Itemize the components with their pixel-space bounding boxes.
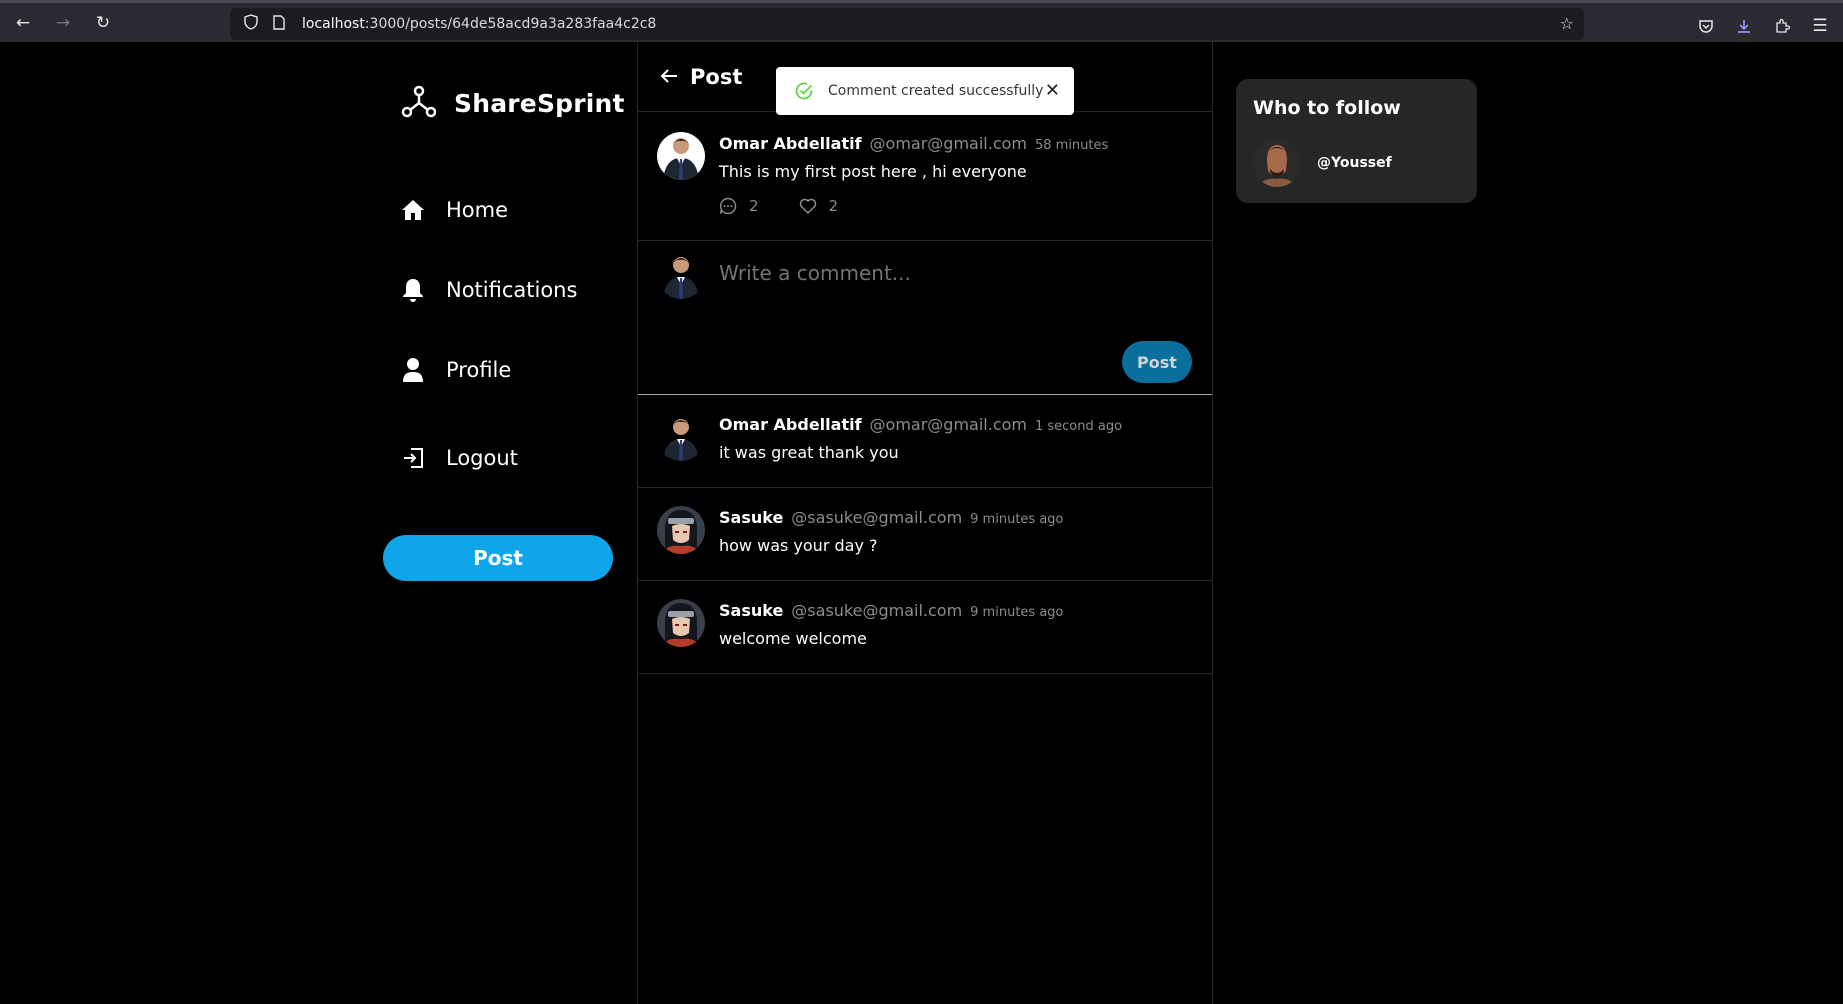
author-handle: @sasuke@gmail.com [791, 601, 963, 620]
brand-name: ShareSprint [454, 88, 625, 118]
submit-comment-button[interactable]: Post [1122, 341, 1192, 383]
page-title: Post [690, 64, 743, 89]
bookmark-star-icon[interactable]: ☆ [1560, 14, 1574, 33]
comment-body: Sasuke @sasuke@gmail.com 9 minutes ago h… [719, 508, 1064, 555]
comment-time: 1 second ago [1034, 419, 1123, 434]
comment-text: welcome welcome [719, 629, 867, 648]
author-name[interactable]: Omar Abdellatif [719, 134, 862, 153]
author-handle: @omar@gmail.com [869, 134, 1027, 153]
check-circle-icon [795, 82, 813, 100]
brand[interactable]: ShareSprint [400, 82, 625, 124]
like-count: 2 [828, 197, 839, 215]
post-body: Omar Abdellatif @omar@gmail.com 58 minut… [719, 134, 1108, 215]
extensions-icon[interactable] [1765, 9, 1799, 43]
back-arrow-icon[interactable] [660, 65, 678, 89]
author-handle: @omar@gmail.com [869, 415, 1027, 434]
logout-icon [400, 445, 426, 471]
who-to-follow-card: Who to follow @Youssef [1236, 79, 1477, 203]
page-icon [268, 14, 290, 34]
avatar[interactable] [657, 506, 705, 554]
main-feed: Post Omar Abdellatif @omar@gmail.com 58 … [637, 42, 1213, 1004]
post-text: This is my first post here , hi everyone [719, 162, 1027, 181]
bell-icon [400, 277, 426, 303]
address-bar[interactable]: localhost:3000/posts/64de58acd9a3a283faa… [230, 8, 1584, 40]
avatar[interactable] [657, 251, 705, 299]
comment-meta: Sasuke @sasuke@gmail.com 9 minutes ago [719, 601, 1064, 620]
url-text: localhost:3000/posts/64de58acd9a3a283faa… [302, 16, 657, 32]
forward-arrow-icon[interactable]: → [46, 6, 80, 40]
sidebar-item-logout[interactable]: Logout [400, 445, 518, 471]
comment-icon [719, 197, 737, 215]
left-sidebar: ShareSprint Home Notifications Profile L… [380, 42, 638, 1004]
author-name[interactable]: Sasuke [719, 601, 783, 620]
post-meta: Omar Abdellatif @omar@gmail.com 58 minut… [719, 134, 1108, 153]
comment-item[interactable]: Omar Abdellatif @omar@gmail.com 1 second… [638, 395, 1212, 488]
comment-text: how was your day ? [719, 536, 878, 555]
sidebar-item-label: Home [446, 198, 509, 222]
author-name[interactable]: Sasuke [719, 508, 783, 527]
post-stats: 2 2 [719, 197, 1108, 215]
browser-toolbar: ← → ↻ localhost:3000/posts/64de58acd9a3a… [0, 0, 1843, 42]
comment-meta: Sasuke @sasuke@gmail.com 9 minutes ago [719, 508, 1064, 527]
logo-icon [400, 82, 438, 124]
close-icon[interactable]: ✕ [1045, 80, 1060, 101]
avatar[interactable] [657, 132, 705, 180]
sidebar-item-label: Notifications [446, 278, 578, 302]
home-icon [400, 197, 426, 223]
like-button[interactable]: 2 [799, 197, 839, 215]
post-time: 58 minutes [1034, 138, 1109, 153]
success-toast: Comment created successfully ✕ [776, 67, 1074, 115]
sidebar-item-notifications[interactable]: Notifications [400, 277, 577, 303]
sidebar-item-home[interactable]: Home [400, 197, 508, 223]
downloads-icon[interactable] [1727, 9, 1761, 43]
comment-count-button[interactable]: 2 [719, 197, 759, 215]
avatar[interactable] [657, 413, 705, 461]
sidebar-item-profile[interactable]: Profile [400, 357, 511, 383]
post-button[interactable]: Post [383, 535, 613, 581]
comment-item[interactable]: Sasuke @sasuke@gmail.com 9 minutes ago h… [638, 488, 1212, 581]
card-title: Who to follow [1253, 97, 1401, 119]
comment-count: 2 [749, 197, 759, 215]
follow-username[interactable]: @Youssef [1317, 155, 1392, 171]
comment-input[interactable] [719, 261, 1189, 321]
user-icon [400, 357, 426, 383]
toast-message: Comment created successfully [828, 83, 1044, 99]
comment-text: it was great thank you [719, 443, 899, 462]
comment-time: 9 minutes ago [970, 512, 1064, 527]
comment-body: Sasuke @sasuke@gmail.com 9 minutes ago w… [719, 601, 1064, 648]
back-arrow-icon[interactable]: ← [6, 6, 40, 40]
sidebar-item-label: Profile [446, 358, 512, 382]
avatar[interactable] [1253, 139, 1301, 187]
author-handle: @sasuke@gmail.com [791, 508, 963, 527]
comment-time: 9 minutes ago [970, 605, 1064, 620]
comment-body: Omar Abdellatif @omar@gmail.com 1 second… [719, 415, 1122, 462]
sidebar-item-label: Logout [446, 446, 518, 470]
comment-composer: Post [638, 241, 1212, 395]
pocket-icon[interactable] [1689, 9, 1723, 43]
menu-icon[interactable]: ☰ [1803, 9, 1837, 43]
avatar[interactable] [657, 599, 705, 647]
reload-icon[interactable]: ↻ [86, 6, 120, 40]
author-name[interactable]: Omar Abdellatif [719, 415, 862, 434]
shield-icon[interactable] [240, 14, 262, 34]
main-post[interactable]: Omar Abdellatif @omar@gmail.com 58 minut… [638, 112, 1212, 241]
comment-meta: Omar Abdellatif @omar@gmail.com 1 second… [719, 415, 1122, 434]
comment-item[interactable]: Sasuke @sasuke@gmail.com 9 minutes ago w… [638, 581, 1212, 674]
heart-icon [799, 198, 816, 215]
